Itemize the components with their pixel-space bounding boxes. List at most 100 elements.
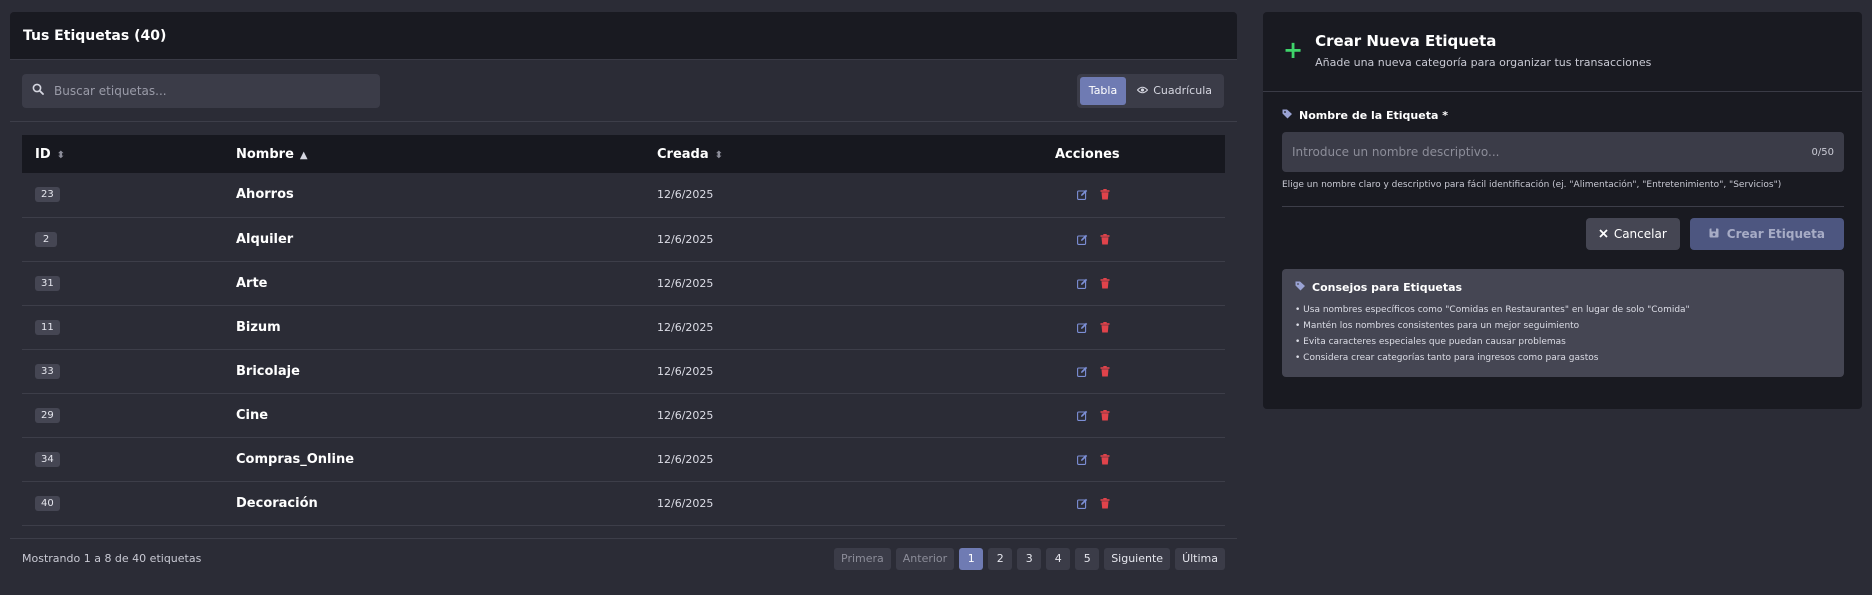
cell-name: Bricolaje <box>236 363 300 379</box>
tip-item: • Evita caracteres especiales que puedan… <box>1295 337 1566 347</box>
edit-icon[interactable] <box>1077 189 1088 201</box>
cell-actions <box>1042 217 1225 261</box>
cell-name: Decoración <box>236 495 318 511</box>
tip-item: • Mantén los nombres consistentes para u… <box>1295 321 1580 331</box>
table-row: 40 Decoración 12/6/2025 <box>22 481 1225 525</box>
edit-icon[interactable] <box>1077 278 1088 289</box>
edit-icon[interactable] <box>1077 366 1088 377</box>
cell-actions <box>1042 261 1225 305</box>
pagination: Primera Anterior 1 2 3 4 5 Siguiente Últ… <box>834 547 1225 570</box>
column-header-id-label: ID <box>35 146 51 162</box>
pagination-next[interactable]: Siguiente <box>1104 547 1171 570</box>
cell-id: 34 <box>22 437 223 481</box>
pagination-page[interactable]: 1 <box>959 547 984 570</box>
tag-name-input[interactable] <box>1292 145 1792 159</box>
char-counter: 0/50 <box>1811 146 1834 158</box>
tag-name-label: Nombre de la Etiqueta * <box>1299 109 1448 122</box>
pagination-last[interactable]: Última <box>1175 547 1225 570</box>
create-tag-button[interactable]: Crear Etiqueta <box>1689 218 1844 250</box>
column-header-name[interactable]: Nombre ▲ <box>223 135 644 173</box>
view-table-button[interactable]: Tabla <box>1079 76 1127 105</box>
cancel-label: Cancelar <box>1613 227 1667 241</box>
column-header-created[interactable]: Creada ⬍ <box>644 135 1042 173</box>
sort-icon: ⬍ <box>714 149 724 161</box>
cell-id: 29 <box>22 393 223 437</box>
cancel-button[interactable]: Cancelar <box>1585 218 1680 250</box>
create-tag-panel: + Crear Nueva Etiqueta Añade una nueva c… <box>1263 12 1862 409</box>
tag-name-field[interactable]: 0/50 <box>1282 132 1844 172</box>
table-row: 34 Compras_Online 12/6/2025 <box>22 437 1225 481</box>
table-row: 29 Cine 12/6/2025 <box>22 393 1225 437</box>
trash-icon[interactable] <box>1100 365 1110 377</box>
edit-icon[interactable] <box>1077 498 1088 509</box>
cell-name: Arte <box>236 275 268 291</box>
tips-list: • Usa nombres específicos como "Comidas … <box>1295 302 1831 366</box>
pagination-page[interactable]: 5 <box>1075 547 1100 570</box>
id-badge: 29 <box>35 407 60 423</box>
column-header-id[interactable]: ID ⬍ <box>22 135 223 173</box>
table-row: 2 Alquiler 12/6/2025 <box>22 217 1225 261</box>
help-text: Elige un nombre claro y descriptivo para… <box>1282 180 1782 190</box>
cell-created: 12/6/2025 <box>657 364 714 378</box>
table-wrapper: ID ⬍ Nombre ▲ Creada ⬍ Acciones 23 Ahorros 12… <box>10 122 1237 526</box>
plus-icon: + <box>1283 36 1304 64</box>
tips-title-row: Consejos para Etiquetas <box>1295 281 1831 294</box>
pagination-first[interactable]: Primera <box>834 547 891 570</box>
trash-icon[interactable] <box>1100 189 1110 200</box>
trash-icon[interactable] <box>1100 453 1110 465</box>
edit-icon[interactable] <box>1077 322 1088 333</box>
tags-panel: Tus Etiquetas (40) Tabla Cuadrícula <box>10 12 1237 578</box>
table-row: 23 Ahorros 12/6/2025 <box>22 173 1225 217</box>
cell-name: Compras_Online <box>236 451 355 467</box>
search-box[interactable] <box>22 73 380 108</box>
cell-created: 12/6/2025 <box>657 320 714 334</box>
table-footer: Mostrando 1 a 8 de 40 etiquetas Primera … <box>10 538 1237 578</box>
trash-icon[interactable] <box>1100 321 1110 333</box>
column-header-name-label: Nombre <box>236 146 294 162</box>
cell-id: 40 <box>22 481 223 525</box>
create-tag-header: + Crear Nueva Etiqueta Añade una nueva c… <box>1263 12 1862 92</box>
edit-icon[interactable] <box>1077 410 1088 421</box>
search-input[interactable] <box>54 83 354 98</box>
divider <box>1282 206 1844 207</box>
view-grid-button[interactable]: Cuadrícula <box>1128 77 1221 105</box>
table-body: 23 Ahorros 12/6/2025 2 Alquiler 12/6/2025 31 Ar… <box>22 173 1225 525</box>
edit-icon[interactable] <box>1077 454 1088 465</box>
id-badge: 33 <box>35 363 60 379</box>
cell-created: 12/6/2025 <box>657 232 714 246</box>
cell-name: Ahorros <box>236 187 294 203</box>
eye-icon <box>1136 84 1149 97</box>
trash-icon[interactable] <box>1100 497 1110 509</box>
table-header-row: ID ⬍ Nombre ▲ Creada ⬍ Acciones <box>22 135 1225 173</box>
cell-name: Bizum <box>236 319 281 335</box>
view-toggle: Tabla Cuadrícula <box>1076 73 1224 108</box>
cell-actions <box>1042 481 1225 525</box>
pagination-page[interactable]: 2 <box>988 547 1013 570</box>
column-header-created-label: Creada <box>657 146 709 162</box>
cell-created: 12/6/2025 <box>657 496 714 510</box>
trash-icon[interactable] <box>1100 277 1110 289</box>
cell-id: 23 <box>22 173 223 217</box>
table-row: 33 Bricolaje 12/6/2025 <box>22 349 1225 393</box>
trash-icon[interactable] <box>1100 233 1110 245</box>
cell-actions <box>1042 393 1225 437</box>
cell-created: 12/6/2025 <box>657 452 714 466</box>
create-tag-form: Nombre de la Etiqueta * 0/50 Elige un no… <box>1263 92 1862 377</box>
cell-id: 11 <box>22 305 223 349</box>
tag-icon <box>1282 109 1293 122</box>
cell-id: 33 <box>22 349 223 393</box>
create-tag-subtitle: Añade una nueva categoría para organizar… <box>1315 56 1652 69</box>
cell-actions <box>1042 305 1225 349</box>
view-grid-label: Cuadrícula <box>1153 84 1212 97</box>
pagination-page[interactable]: 4 <box>1046 547 1071 570</box>
id-badge: 23 <box>35 187 60 203</box>
tag-name-label-row: Nombre de la Etiqueta * <box>1282 109 1844 122</box>
id-badge: 2 <box>35 231 57 247</box>
create-tag-title: Crear Nueva Etiqueta <box>1315 32 1497 50</box>
edit-icon[interactable] <box>1077 234 1088 245</box>
pagination-page[interactable]: 3 <box>1017 547 1042 570</box>
trash-icon[interactable] <box>1100 409 1110 421</box>
pagination-prev[interactable]: Anterior <box>895 547 955 570</box>
sort-asc-icon: ▲ <box>299 149 308 161</box>
cell-name: Alquiler <box>236 231 294 247</box>
